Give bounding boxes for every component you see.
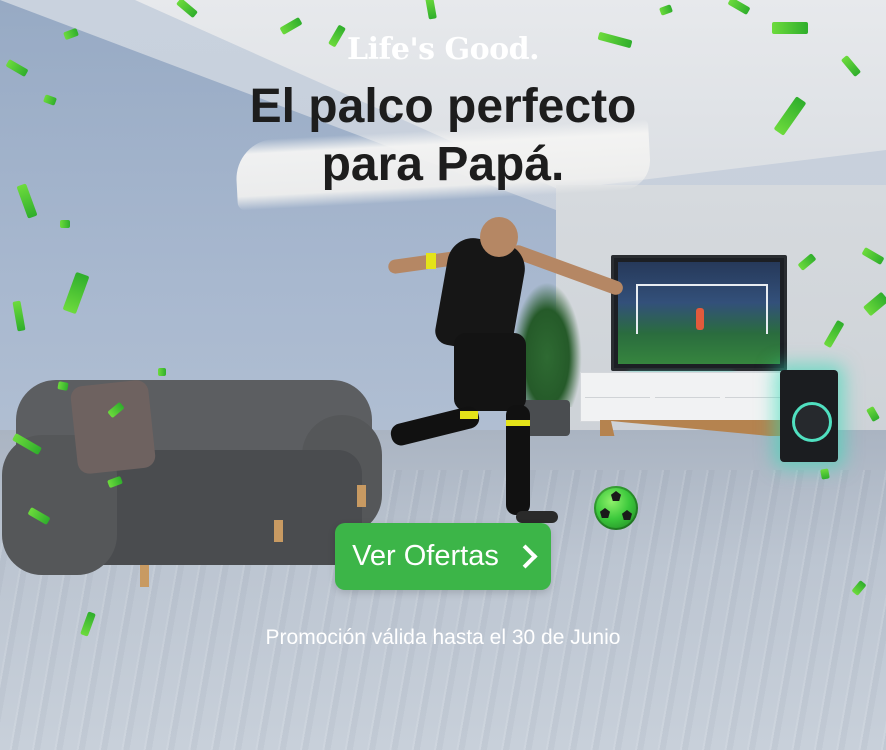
tv-screen — [618, 262, 780, 364]
sofa-leg — [357, 485, 366, 507]
player-boot — [516, 511, 558, 523]
soccer-player-illustration — [380, 215, 630, 535]
jersey-stripe — [426, 253, 436, 269]
chevron-right-icon — [513, 544, 538, 569]
brand-logo: Life's Good. — [346, 32, 540, 67]
cta-label: Ver Ofertas — [352, 540, 499, 572]
goalkeeper-on-screen — [696, 308, 704, 330]
confetti-piece — [60, 220, 70, 228]
console-drawer — [655, 397, 720, 420]
jersey-stripe — [460, 411, 478, 419]
player-head — [480, 217, 518, 257]
headline: El palco perfecto para Papá. — [0, 78, 886, 194]
confetti-piece — [820, 468, 830, 480]
tv-illustration — [611, 255, 787, 371]
speaker-illustration — [780, 370, 838, 462]
soccer-ball-icon — [594, 486, 638, 530]
ball-patch — [600, 508, 610, 518]
headline-line-1: El palco perfecto — [249, 80, 637, 133]
promo-disclaimer: Promoción válida hasta el 30 de Junio — [265, 626, 621, 649]
ver-ofertas-button[interactable]: Ver Ofertas — [335, 523, 551, 590]
promo-banner: Life's Good. El palco perfecto para Papá… — [0, 0, 886, 750]
player-arm — [509, 243, 625, 297]
ball-patch — [622, 510, 632, 520]
headline-line-2: para Papá. — [321, 138, 565, 191]
sofa-leg — [274, 520, 283, 542]
sofa-illustration — [2, 375, 382, 590]
sofa-pillow — [69, 379, 157, 475]
confetti-piece — [57, 381, 69, 391]
sofa-leg — [140, 565, 149, 587]
jersey-stripe — [506, 420, 530, 426]
confetti-piece — [158, 368, 166, 376]
speaker-cone — [792, 402, 832, 442]
player-shorts — [454, 333, 526, 411]
ball-patch — [611, 491, 621, 501]
